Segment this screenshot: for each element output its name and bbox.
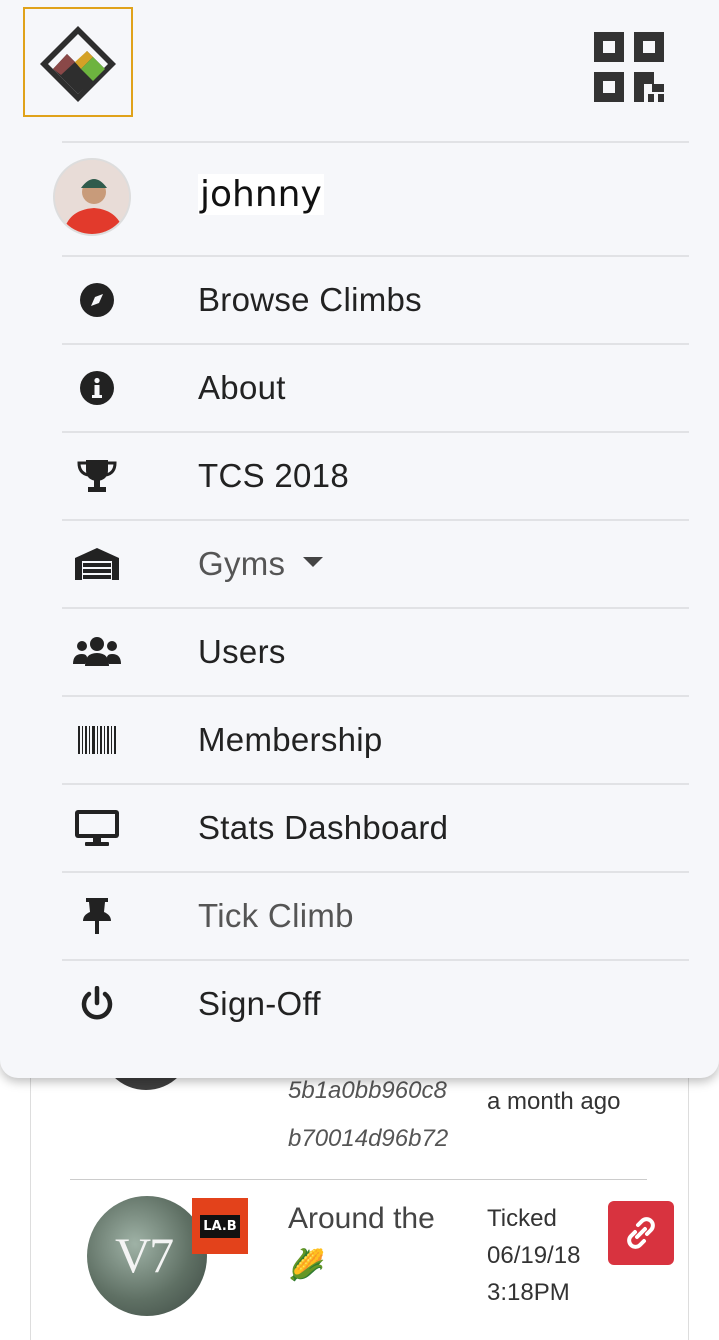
menu-item-stats-dashboard[interactable]: Stats Dashboard <box>62 785 689 871</box>
gyms-text: Gyms <box>198 545 286 582</box>
menu-item-browse-climbs[interactable]: Browse Climbs <box>62 257 689 343</box>
menu-divider <box>62 141 689 143</box>
user-photo <box>55 160 129 234</box>
climb-grade: V7 <box>115 1227 174 1283</box>
logo-button[interactable] <box>23 7 133 117</box>
users-icon <box>62 609 132 695</box>
ticked-date: 06/19/18 <box>487 1242 581 1269</box>
gym-badge: LA.B <box>192 1198 248 1254</box>
menu-label-users: Users <box>198 633 286 670</box>
ticked-label: Ticked <box>487 1205 557 1232</box>
ticked-info: Ticked 06/19/18 3:18PM <box>487 1200 580 1311</box>
menu-label-tick-climb: Tick Climb <box>198 897 354 934</box>
qr-code-icon[interactable] <box>594 32 666 104</box>
menu-label-membership: Membership <box>198 721 383 758</box>
avatar[interactable] <box>53 158 131 236</box>
trophy-icon <box>62 433 132 519</box>
menu-item-tcs-2018[interactable]: TCS 2018 <box>62 433 689 519</box>
menu-label-gyms: Gyms <box>198 545 324 583</box>
menu-item-about[interactable]: About <box>62 345 689 431</box>
menu-item-membership[interactable]: Membership <box>62 697 689 783</box>
mountain-diamond-logo <box>40 26 116 102</box>
menu-item-gyms[interactable]: Gyms <box>62 521 689 607</box>
unlink-icon <box>627 1217 655 1249</box>
menu-item-users[interactable]: Users <box>62 609 689 695</box>
desktop-icon <box>62 785 132 871</box>
menu-label-browse-climbs: Browse Climbs <box>198 281 422 318</box>
ticket-id-line2: b70014d96b72 <box>288 1125 449 1152</box>
power-icon <box>62 961 132 1047</box>
chevron-down-icon <box>303 557 324 568</box>
menu-item-sign-off[interactable]: Sign-Off <box>62 961 689 1047</box>
username[interactable]: johnny <box>198 174 324 215</box>
climb-emoji: 🌽 <box>288 1249 326 1282</box>
warehouse-icon <box>62 521 132 607</box>
menu-label-sign-off: Sign-Off <box>198 985 321 1022</box>
ticked-time: 3:18PM <box>487 1279 570 1306</box>
gym-badge-text: LA.B <box>200 1214 240 1238</box>
menu-label-tcs-2018: TCS 2018 <box>198 457 349 494</box>
pin-icon <box>62 873 132 959</box>
unlink-button[interactable] <box>608 1201 674 1265</box>
time-ago: a month ago <box>487 1088 621 1115</box>
compass-icon <box>62 257 132 343</box>
climb-name[interactable]: Around the <box>288 1202 435 1236</box>
row-divider <box>70 1179 647 1180</box>
nav-menu: johnny Browse Climbs About TCS 2018 Gyms… <box>0 0 719 1078</box>
menu-item-tick-climb[interactable]: Tick Climb <box>62 873 689 959</box>
menu-label-stats-dashboard: Stats Dashboard <box>198 809 449 846</box>
menu-label-about: About <box>198 369 286 406</box>
barcode-icon <box>62 697 132 783</box>
info-icon <box>62 345 132 431</box>
ticket-id-line1: 5b1a0bb960c8 <box>288 1077 447 1104</box>
